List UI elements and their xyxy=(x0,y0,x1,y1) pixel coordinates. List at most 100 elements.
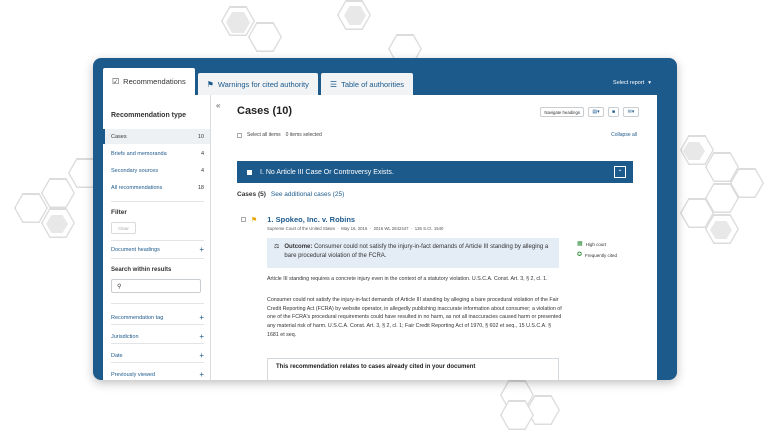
sidebar-item-count: 18 xyxy=(197,184,204,191)
divider xyxy=(111,362,204,363)
headnote-paragraph: Consumer could not satisfy the injury-in… xyxy=(267,297,562,338)
previously-viewed-filter[interactable]: Previously viewed + xyxy=(111,370,204,379)
filter-label: Document headings xyxy=(111,246,160,253)
tab-table-of-authorities[interactable]: ☰ Table of authorities xyxy=(320,73,414,95)
navigate-headings-button[interactable]: Navigate headings xyxy=(540,107,584,117)
case-citation-sct: 136 S.Ct. 1540 xyxy=(414,226,444,231)
decorative-hexagon xyxy=(14,193,48,223)
sidebar-item-label: All recommendations xyxy=(111,184,163,191)
tab-recommendations[interactable]: ☑ Recommendations xyxy=(103,68,195,95)
sidebar-item-label: Cases xyxy=(111,133,127,140)
plus-icon: + xyxy=(199,370,204,379)
chevron-up-icon[interactable]: ⌃ xyxy=(614,166,626,178)
divider xyxy=(111,258,204,259)
sidebar: Recommendation type Cases 10 Briefs and … xyxy=(103,95,211,380)
divider xyxy=(111,324,204,325)
case-header: ⚑ 1. Spokeo, Inc. v. Robins xyxy=(241,215,355,224)
cases-count-row: Cases (5) See additional cases (25) xyxy=(237,191,344,198)
high-court-badge: ▦ High court xyxy=(577,239,617,250)
outcome-label: Outcome: xyxy=(284,244,313,250)
divider xyxy=(111,303,204,304)
select-all-label: Select all items xyxy=(247,132,281,138)
filter-label: Previously viewed xyxy=(111,371,156,378)
sidebar-item-briefs[interactable]: Briefs and memoranda 4 xyxy=(103,146,210,161)
case-title-link[interactable]: 1. Spokeo, Inc. v. Robins xyxy=(267,215,355,224)
divider xyxy=(111,201,204,202)
section-heading-bar[interactable]: I. No Article III Case Or Controversy Ex… xyxy=(237,161,633,183)
sidebar-item-count: 4 xyxy=(200,167,204,174)
toolbar: Navigate headings ▤▾ ■ ✉▾ xyxy=(540,107,639,117)
collapse-sidebar-icon[interactable]: « xyxy=(216,101,220,110)
filter-label: Date xyxy=(111,352,123,359)
filter-heading: Filter xyxy=(111,209,127,216)
case-court: Supreme Court of the United States xyxy=(267,226,336,231)
recommendation-tag-filter[interactable]: Recommendation tag + xyxy=(111,313,204,322)
checklist-icon: ☑ xyxy=(112,77,120,86)
caret-down-icon: ▾ xyxy=(648,80,651,86)
sidebar-item-label: Secondary sources xyxy=(111,167,159,174)
select-all-checkbox[interactable] xyxy=(237,132,242,138)
collapse-all-link[interactable]: Collapse all xyxy=(611,132,637,138)
plus-icon: + xyxy=(199,245,204,254)
select-all-row: Select all items 0 items selected xyxy=(237,132,322,138)
building-icon: ▦ xyxy=(577,241,583,247)
view-options-icon[interactable]: ▤▾ xyxy=(588,107,604,117)
case-badges: ▦ High court ✪ Frequently cited xyxy=(577,239,617,261)
items-selected-count: 0 items selected xyxy=(285,132,322,138)
section-checkbox[interactable] xyxy=(247,169,252,175)
plus-icon: + xyxy=(199,313,204,322)
search-icon: ⚲ xyxy=(117,283,122,290)
date-filter[interactable]: Date + xyxy=(111,351,204,360)
case-metadata: Supreme Court of the United States · May… xyxy=(267,226,444,231)
select-report-dropdown[interactable]: Select report ▾ xyxy=(613,80,651,86)
cases-count-label: Cases (5) xyxy=(237,191,266,198)
divider xyxy=(111,240,204,241)
search-within-heading: Search within results xyxy=(111,267,172,273)
content-panel: Recommendation type Cases 10 Briefs and … xyxy=(103,95,657,380)
badge-label: High court xyxy=(585,242,607,247)
email-icon[interactable]: ✉▾ xyxy=(623,107,639,117)
outcome-text-block: Outcome: Consumer could not satisfy the … xyxy=(284,243,552,263)
sidebar-item-label: Briefs and memoranda xyxy=(111,150,167,157)
sidebar-item-cases[interactable]: Cases 10 xyxy=(103,129,210,144)
badge-label: Frequently cited xyxy=(585,253,618,258)
sidebar-item-secondary[interactable]: Secondary sources 4 xyxy=(103,163,210,178)
tab-label: Warnings for cited authority xyxy=(217,79,309,89)
app-window: ☑ Recommendations ⚑ Warnings for cited a… xyxy=(93,58,677,380)
section-heading: I. No Article III Case Or Controversy Ex… xyxy=(260,168,394,176)
related-heading: This recommendation relates to cases alr… xyxy=(276,364,476,370)
recommendation-type-heading: Recommendation type xyxy=(111,112,187,119)
clear-button[interactable]: Clear xyxy=(111,222,136,234)
filter-label: Recommendation tag xyxy=(111,314,164,321)
outcome-box: ⚖ Outcome: Consumer could not satisfy th… xyxy=(267,238,559,268)
search-input[interactable]: ⚲ xyxy=(111,279,201,293)
headnote-paragraph: Article III standing requires a concrete… xyxy=(267,276,548,282)
sidebar-item-count: 4 xyxy=(200,150,204,157)
see-additional-cases-link[interactable]: See additional cases (25) xyxy=(271,191,344,198)
gavel-icon: ⚖ xyxy=(274,244,280,250)
case-checkbox[interactable] xyxy=(241,217,246,222)
plus-icon: + xyxy=(199,351,204,360)
sidebar-item-all[interactable]: All recommendations 18 xyxy=(103,180,210,195)
outcome-text: Consumer could not satisfy the injury-in… xyxy=(284,244,549,259)
decorative-hexagon xyxy=(41,178,75,208)
decorative-hexagon xyxy=(248,22,282,52)
tab-warnings[interactable]: ⚑ Warnings for cited authority xyxy=(197,73,318,95)
page-title: Cases (10) xyxy=(237,105,293,117)
main-panel: Cases (10) Navigate headings ▤▾ ■ ✉▾ Sel… xyxy=(231,95,651,380)
flag-icon: ⚑ xyxy=(206,79,214,89)
folder-icon[interactable]: ■ xyxy=(608,107,619,117)
tab-bar: ☑ Recommendations ⚑ Warnings for cited a… xyxy=(103,68,416,95)
filter-label: Jurisdiction xyxy=(111,333,139,340)
tab-label: Table of authorities xyxy=(341,79,405,89)
document-headings-filter[interactable]: Document headings + xyxy=(111,245,204,254)
jurisdiction-filter[interactable]: Jurisdiction + xyxy=(111,332,204,341)
related-cases-box: This recommendation relates to cases alr… xyxy=(267,358,559,380)
select-report-label: Select report xyxy=(613,80,645,86)
case-citation-wl: 2016 WL 2842447 xyxy=(373,226,409,231)
frequently-cited-badge: ✪ Frequently cited xyxy=(577,250,617,261)
flag-icon: ⚑ xyxy=(251,216,258,224)
decorative-hexagon xyxy=(500,400,534,430)
plus-icon: + xyxy=(199,332,204,341)
star-icon: ✪ xyxy=(577,252,583,258)
